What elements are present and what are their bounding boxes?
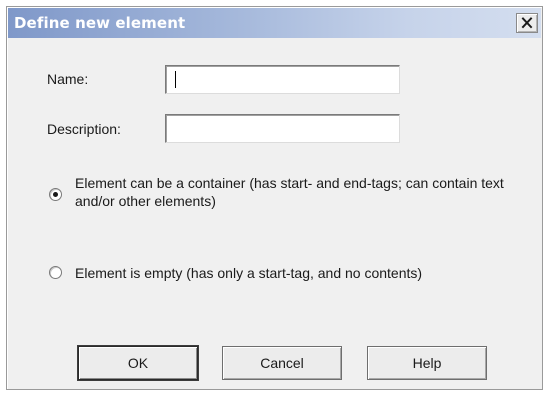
cancel-button[interactable]: Cancel	[222, 346, 342, 380]
container-radio[interactable]	[49, 188, 62, 201]
empty-option-label: Element is empty (has only a start-tag, …	[75, 265, 423, 281]
help-button[interactable]: Help	[367, 346, 487, 380]
name-input[interactable]	[165, 65, 400, 94]
text-caret	[175, 71, 176, 88]
description-label: Description:	[47, 121, 121, 137]
name-label: Name:	[47, 71, 89, 87]
close-button[interactable]	[516, 13, 538, 33]
description-input[interactable]	[165, 114, 400, 143]
ok-button[interactable]: OK	[78, 346, 198, 380]
container-option-label: Element can be a container (has start- a…	[75, 175, 504, 209]
radio-selected-dot	[53, 192, 58, 197]
title-bar[interactable]: Define new element	[8, 8, 541, 38]
define-element-dialog: Define new element Name: Description: El…	[6, 6, 543, 390]
empty-option[interactable]: Element is empty (has only a start-tag, …	[49, 264, 509, 284]
container-option[interactable]: Element can be a container (has start- a…	[49, 174, 509, 214]
dialog-title: Define new element	[14, 14, 186, 32]
empty-radio[interactable]	[49, 266, 62, 279]
close-icon	[521, 17, 533, 29]
